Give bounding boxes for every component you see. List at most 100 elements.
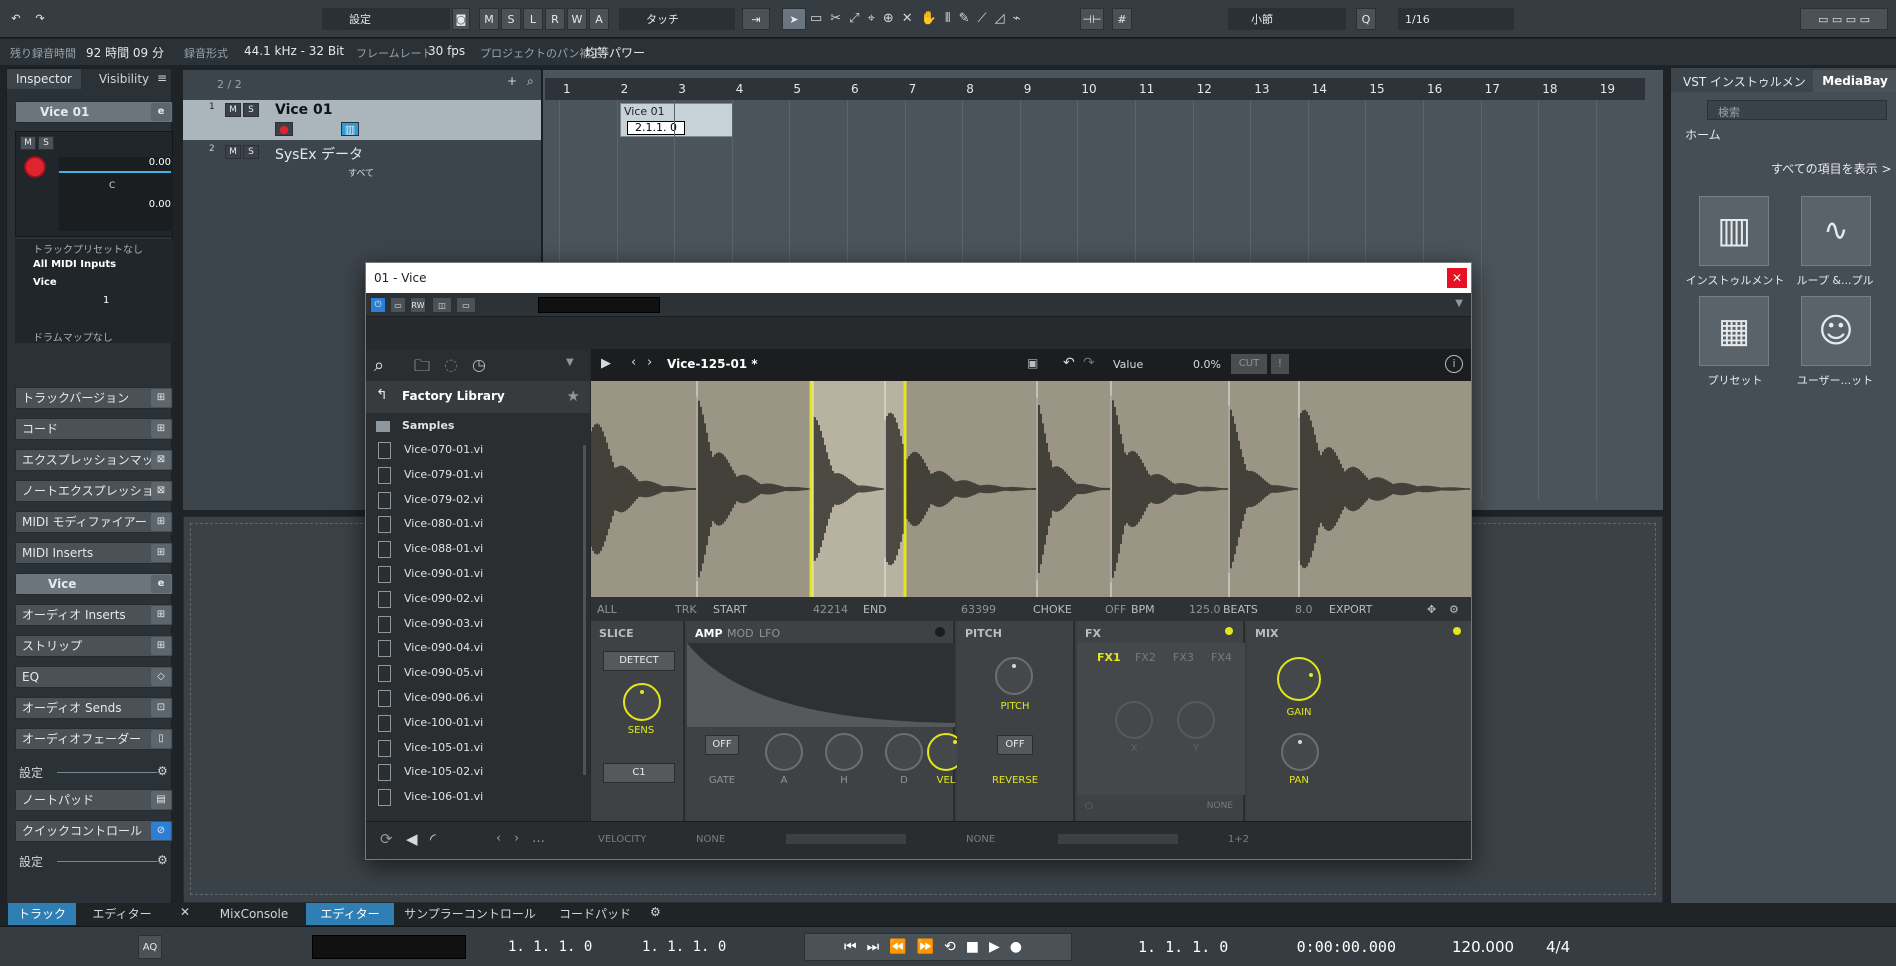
- play-icon[interactable]: ▶: [601, 356, 611, 371]
- section-eq[interactable]: EQ ◇: [15, 666, 173, 688]
- solo-button[interactable]: S: [243, 103, 259, 117]
- solo-button[interactable]: S: [38, 136, 54, 150]
- pointer-tool-icon[interactable]: ➤: [782, 8, 806, 30]
- info-icon[interactable]: i: [1445, 355, 1463, 373]
- piano-icon[interactable]: ▥: [1699, 196, 1769, 266]
- sens-knob[interactable]: [623, 683, 661, 721]
- end-value[interactable]: 63399: [961, 603, 996, 616]
- grid-snap-icon[interactable]: #: [1112, 8, 1132, 30]
- right-locator[interactable]: 1. 1. 1. 0: [642, 935, 742, 959]
- tab-inspector[interactable]: Inspector: [7, 69, 81, 89]
- tab-mixconsole[interactable]: MixConsole: [210, 903, 298, 925]
- loading-icon[interactable]: ◜: [430, 830, 436, 848]
- tab-fx3[interactable]: FX3: [1173, 651, 1194, 664]
- mode-w-button[interactable]: W: [567, 8, 587, 30]
- tab-mediabay[interactable]: MediaBay: [1813, 70, 1896, 92]
- midi-event[interactable]: Vice 01 2.1.1. 0: [620, 103, 733, 137]
- star-icon[interactable]: ★: [567, 387, 580, 405]
- ruler[interactable]: 1 2 3 4 5 6 7 8 9 10 11 12 13 14 15 16 17 18 19: [545, 78, 1645, 100]
- section-track-versions[interactable]: トラックバージョン ⊞: [15, 387, 173, 409]
- mod-source-1[interactable]: NONE: [696, 834, 725, 845]
- up-arrow-icon[interactable]: ↰: [376, 387, 388, 403]
- sysex-route-label[interactable]: すべて: [348, 166, 374, 179]
- patch-name[interactable]: Vice-125-01 *: [667, 357, 758, 371]
- instrument-slot[interactable]: Vice e: [15, 573, 173, 595]
- detect-button[interactable]: DETECT: [603, 651, 675, 671]
- mix-led[interactable]: [1453, 627, 1461, 635]
- gear-icon[interactable]: ⚙: [157, 853, 168, 867]
- cut-button[interactable]: CUT: [1231, 354, 1267, 374]
- save-icon[interactable]: ▣: [1027, 356, 1038, 370]
- drum-map-select[interactable]: ドラムマップなし: [33, 329, 113, 344]
- format-value[interactable]: 44.1 kHz - 32 Bit: [244, 44, 344, 58]
- primary-time-display[interactable]: 1. 1. 1. 0: [1138, 935, 1268, 959]
- prev-page-icon[interactable]: ‹: [496, 831, 501, 846]
- section-chord[interactable]: コード ⊞: [15, 418, 173, 440]
- prev-icon[interactable]: ‹: [631, 355, 636, 370]
- grid-type-select[interactable]: 小節: [1228, 8, 1346, 30]
- note-button[interactable]: C1: [603, 763, 675, 783]
- gear-icon[interactable]: ⚙: [1449, 603, 1459, 616]
- tempo-display[interactable]: 120.000: [1452, 935, 1514, 959]
- volume-slider[interactable]: [59, 171, 171, 173]
- fx-power-icon[interactable]: ⏻: [1085, 801, 1093, 812]
- edit-instrument-icon[interactable]: e: [151, 103, 171, 121]
- collapse-icon[interactable]: ▼: [1455, 298, 1463, 309]
- power-icon[interactable]: ⏻: [370, 297, 386, 313]
- mode-l-button[interactable]: L: [523, 8, 543, 30]
- tab-editor-2[interactable]: エディター: [306, 903, 394, 925]
- show-all-link[interactable]: すべての項目を表示 >: [1771, 160, 1892, 177]
- file-item[interactable]: Vice-106-01.vi: [374, 786, 483, 808]
- fx-type-label[interactable]: NONE: [1207, 801, 1233, 811]
- section-quick-controls[interactable]: クイックコントロール ⊘: [15, 820, 173, 842]
- midi-channel-select[interactable]: 1: [103, 295, 109, 306]
- waveform-icon[interactable]: ∿: [1801, 196, 1871, 266]
- tab-mod[interactable]: MOD: [727, 627, 754, 640]
- bpm-value[interactable]: 125.0: [1189, 603, 1221, 616]
- window-layout-icons[interactable]: ▭ ▭ ▭ ▭: [1800, 8, 1888, 30]
- tab-visibility[interactable]: Visibility: [87, 69, 161, 89]
- redo-icon[interactable]: ↷: [30, 8, 50, 28]
- tab-lfo[interactable]: LFO: [759, 627, 780, 640]
- more-icon[interactable]: …: [532, 831, 545, 846]
- quantize-icon[interactable]: Q: [1356, 8, 1376, 30]
- start-value[interactable]: 42214: [813, 603, 848, 616]
- redo-icon[interactable]: ↷: [1083, 355, 1095, 371]
- file-item[interactable]: Vice-088-01.vi: [374, 538, 483, 560]
- file-item[interactable]: Vice-090-01.vi: [374, 563, 483, 585]
- file-item[interactable]: Vice-079-01.vi: [374, 464, 483, 486]
- mute-button[interactable]: M: [20, 136, 36, 150]
- tab-fx1[interactable]: FX1: [1097, 651, 1121, 664]
- tab-vst-instruments[interactable]: VST インストゥルメント: [1679, 72, 1811, 109]
- tab-fx4[interactable]: FX4: [1211, 651, 1232, 664]
- rw-icon[interactable]: RW: [410, 297, 426, 313]
- file-item[interactable]: Vice-105-02.vi: [374, 761, 483, 783]
- attack-knob[interactable]: [765, 733, 803, 771]
- history-icon[interactable]: ◷: [472, 355, 486, 374]
- file-item[interactable]: Vice-090-02.vi: [374, 588, 483, 610]
- envelope-display[interactable]: [687, 643, 955, 727]
- mod-source-2[interactable]: NONE: [966, 834, 995, 845]
- gate-off-button[interactable]: OFF: [705, 735, 739, 755]
- section-strip[interactable]: ストリップ ⊞: [15, 635, 173, 657]
- mode-s-button[interactable]: S: [501, 8, 521, 30]
- fx-x-knob[interactable]: [1115, 701, 1153, 739]
- file-item[interactable]: Vice-090-06.vi: [374, 687, 483, 709]
- mode-m-button[interactable]: M: [479, 8, 499, 30]
- section-midi-modifiers[interactable]: MIDI モディファイアー ⊞: [15, 511, 173, 533]
- file-item[interactable]: Vice-090-04.vi: [374, 637, 483, 659]
- track-name[interactable]: SysEx データ: [275, 144, 363, 164]
- search-input[interactable]: 検索: [1707, 100, 1887, 120]
- search-icon[interactable]: ⌕: [374, 355, 384, 376]
- close-icon[interactable]: ✕: [180, 905, 190, 919]
- export-button[interactable]: EXPORT: [1329, 603, 1372, 616]
- compare-icon[interactable]: ◫: [432, 297, 452, 313]
- file-item[interactable]: Vice-070-01.vi: [374, 439, 483, 461]
- transport-controls[interactable]: ⏮⏭⏪⏩⟲■▶●: [804, 933, 1072, 961]
- pan-knob[interactable]: [1281, 733, 1319, 771]
- drag-icon[interactable]: ✥: [1427, 603, 1436, 616]
- tab-sampler-control[interactable]: サンプラーコントロール: [400, 903, 540, 925]
- file-item[interactable]: Vice-100-01.vi: [374, 712, 483, 734]
- tab-editor[interactable]: エディター: [82, 903, 162, 925]
- track-row[interactable]: 2 M S SysEx データ すべて: [183, 142, 541, 182]
